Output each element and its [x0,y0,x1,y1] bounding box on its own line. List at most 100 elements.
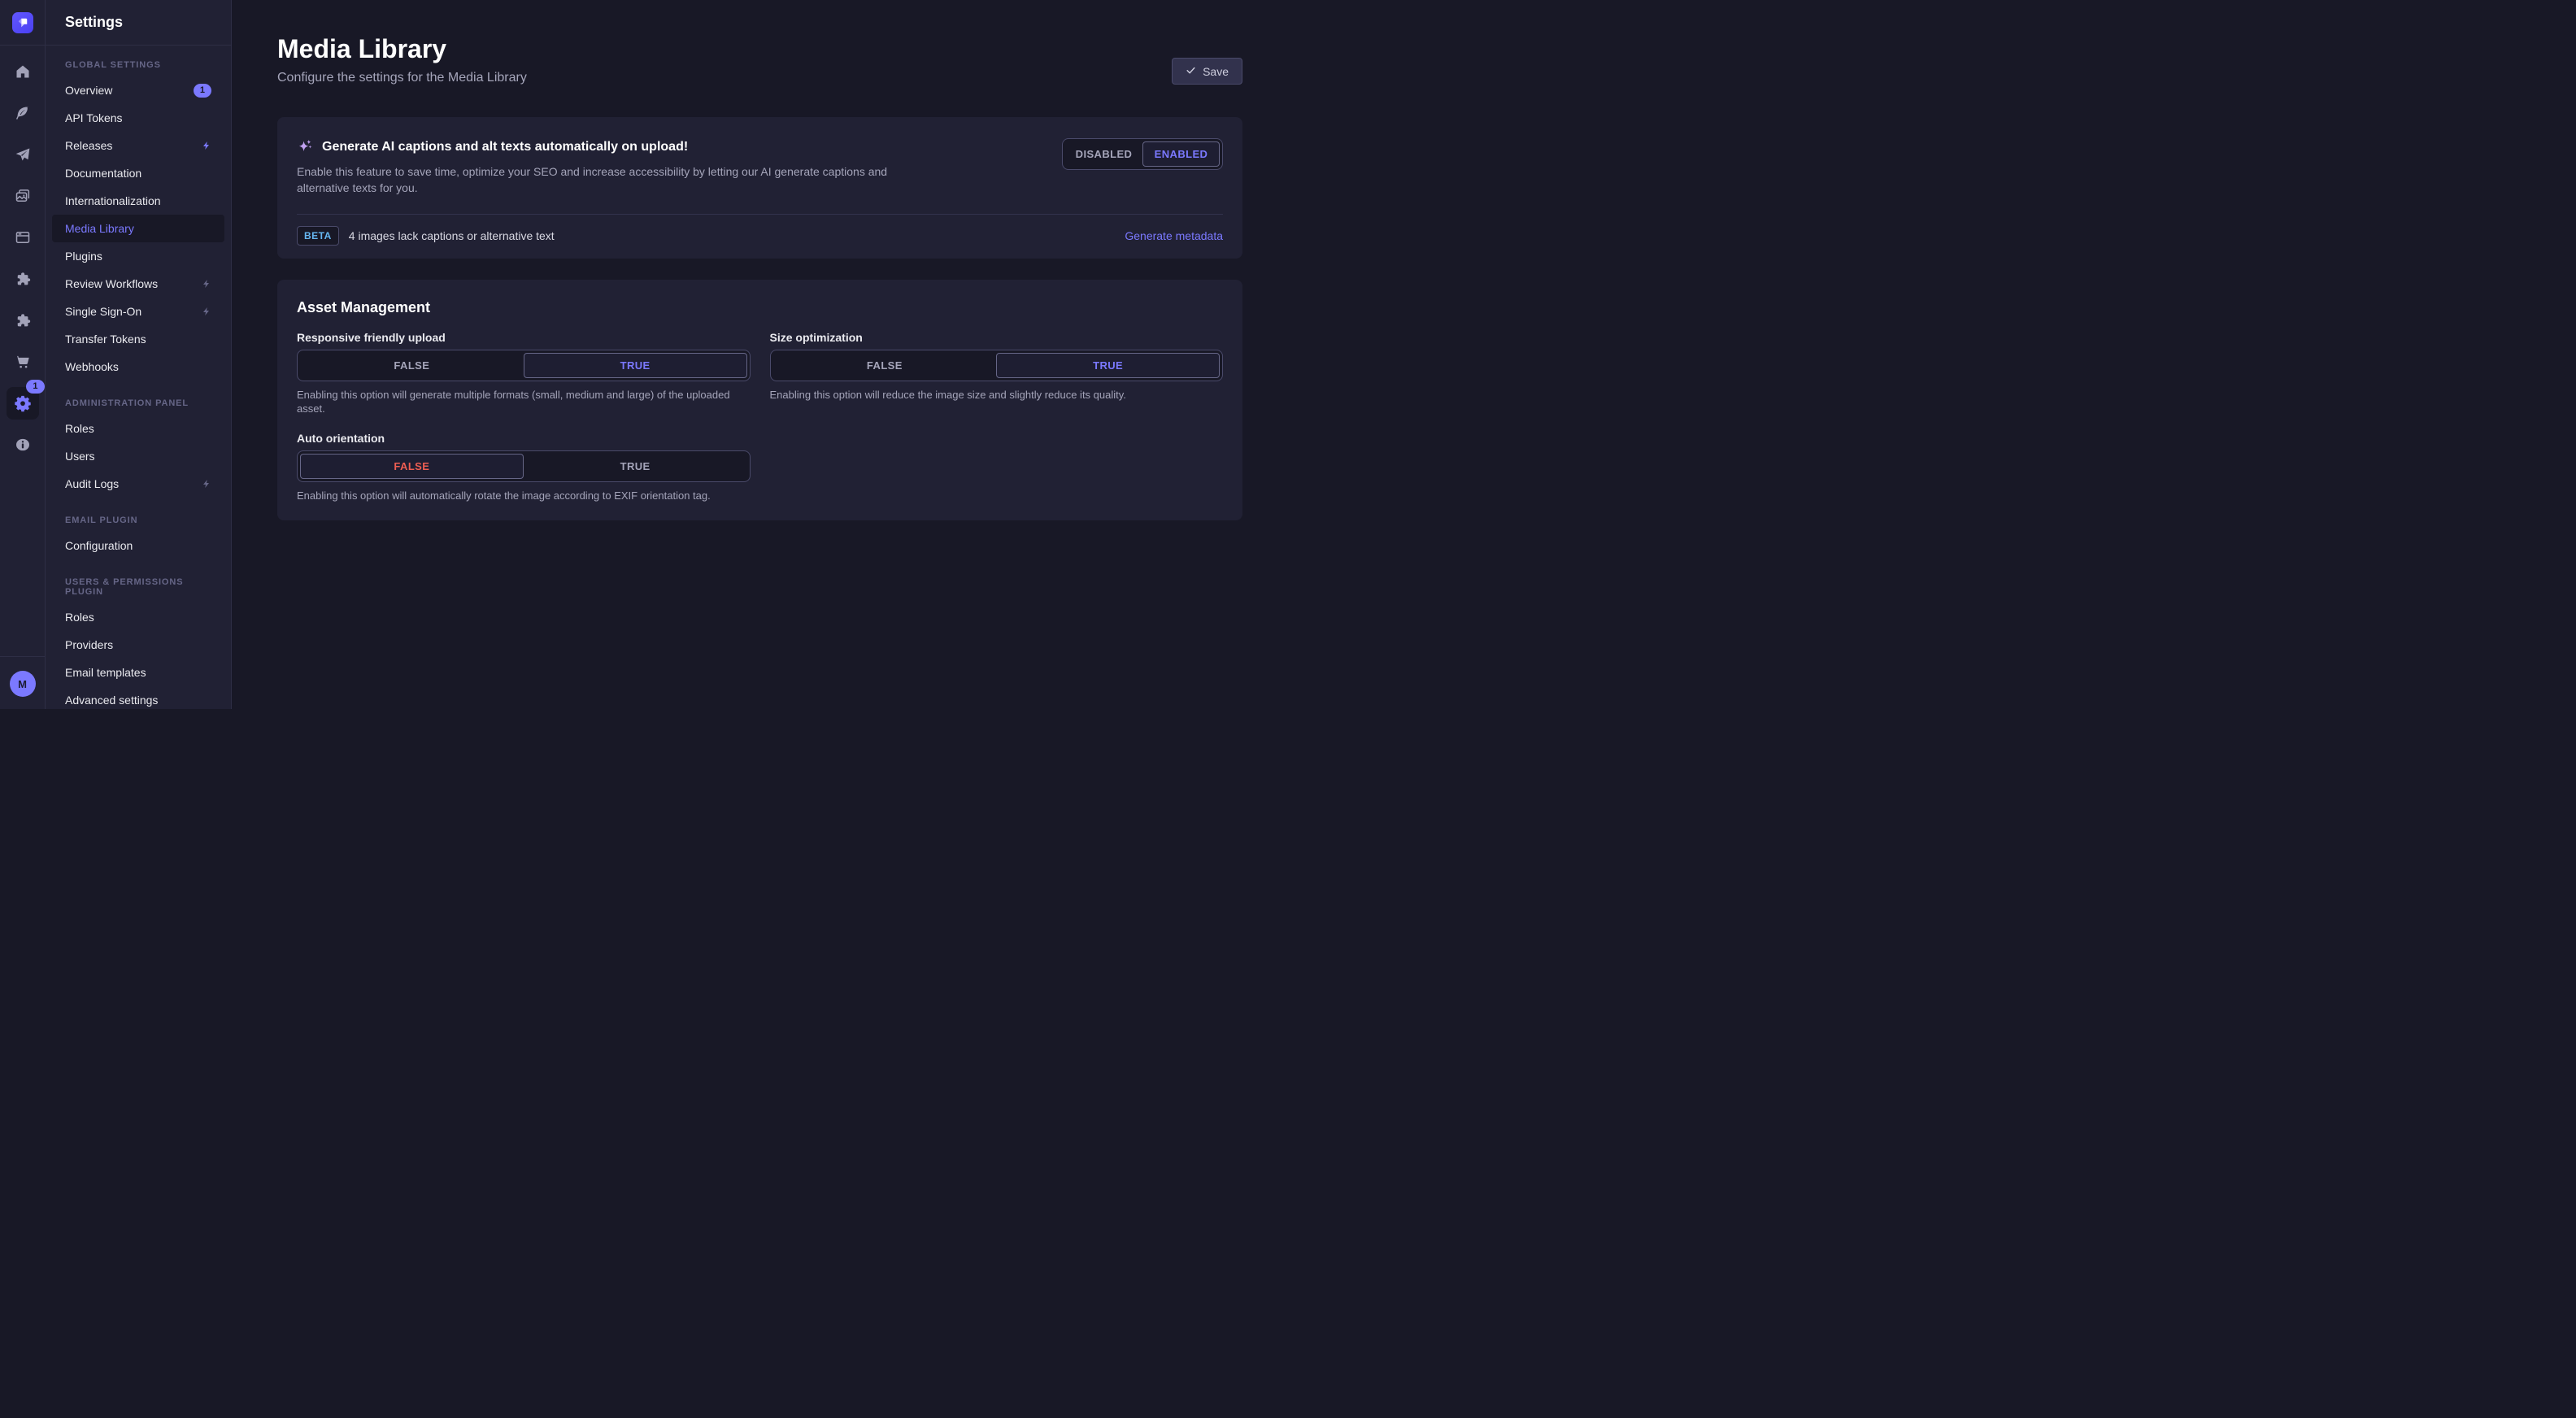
sidebar-item-advanced-settings[interactable]: Advanced settings [52,686,224,709]
rail-item-deploy[interactable] [7,138,39,171]
toggle-option-enabled[interactable]: ENABLED [1142,141,1220,167]
sidebar-item-label: Webhooks [65,360,119,373]
sidebar-item-roles[interactable]: Roles [52,415,224,442]
field-label: Responsive friendly upload [297,331,751,344]
content-manager-icon [15,229,31,246]
rail-item-media-library[interactable] [7,180,39,212]
field-label: Size optimization [770,331,1224,344]
ai-toggle: DISABLEDENABLED [1062,138,1223,170]
app-window: 1 M Settings GLOBAL SETTINGS Overview 1 API… [0,0,1288,709]
sidebar-item-label: Single Sign-On [65,305,141,318]
sidebar-item-label: Overview [65,84,112,97]
sidebar-item-label: API Tokens [65,111,123,124]
check-icon [1186,65,1196,78]
subnav-title: Settings [65,14,123,31]
strapi-logo-wrap[interactable] [0,0,45,46]
sidebar-item-label: Configuration [65,539,133,552]
toggle-option-disabled[interactable]: DISABLED [1065,141,1142,167]
rail-item-plugins-alt[interactable] [7,304,39,337]
toggle-responsive-friendly-upload: FALSETRUE [297,350,751,381]
banner-title: Generate AI captions and alt texts autom… [322,140,688,154]
subnav-section-global-settings: GLOBAL SETTINGS Overview 1 API Tokens Releas… [46,60,231,381]
main-nav-rail: 1 M [0,0,46,709]
section-heading: ADMINISTRATION PANEL [46,398,231,408]
home-icon [15,63,31,80]
notification-badge: 1 [26,380,44,394]
sidebar-item-plugins[interactable]: Plugins [52,242,224,270]
sidebar-item-review-workflows[interactable]: Review Workflows [52,270,224,298]
sidebar-item-label: Providers [65,638,113,651]
page-header: Media Library Configure the settings for… [277,0,1242,88]
subnav-sections: GLOBAL SETTINGS Overview 1 API Tokens Releas… [46,60,231,709]
item-count-badge: 1 [194,84,211,98]
lightning-bolt-icon [202,478,211,489]
asset-management-title: Asset Management [297,299,1223,316]
section-heading: EMAIL PLUGIN [46,515,231,525]
sidebar-item-users[interactable]: Users [52,442,224,470]
banner-description: Enable this feature to save time, optimi… [297,163,903,196]
rail-item-home[interactable] [7,55,39,88]
sidebar-item-label: Internationalization [65,194,161,207]
sidebar-item-audit-logs[interactable]: Audit Logs [52,470,224,498]
field-hint: Enabling this option will automatically … [297,489,751,502]
rail-item-settings[interactable]: 1 [7,387,39,420]
rail-item-content-manager[interactable] [7,221,39,254]
sidebar-item-overview[interactable]: Overview 1 [52,76,224,104]
rail-item-content-type-builder[interactable] [7,97,39,129]
section-heading: GLOBAL SETTINGS [46,60,231,70]
main-content: Media Library Configure the settings for… [232,0,1288,709]
sidebar-item-providers[interactable]: Providers [52,631,224,659]
sidebar-item-label: Advanced settings [65,694,158,707]
fields-grid: Responsive friendly uploadFALSETRUEEnabl… [297,331,1223,502]
save-button[interactable]: Save [1172,58,1242,85]
lightning-bolt-icon [202,140,211,151]
sidebar-item-configuration[interactable]: Configuration [52,532,224,559]
avatar[interactable]: M [10,671,36,697]
toggle-size-optimization: FALSETRUE [770,350,1224,381]
banner-top-row: Generate AI captions and alt texts autom… [297,138,1223,196]
sidebar-item-label: Email templates [65,666,146,679]
sidebar-item-label: Audit Logs [65,477,119,490]
subnav-header: Settings [46,0,231,46]
asset-management-panel: Asset Management Responsive friendly upl… [277,280,1242,520]
sidebar-item-media-library[interactable]: Media Library [52,215,224,242]
toggle-option-true[interactable]: TRUE [524,454,747,479]
banner-title-row: Generate AI captions and alt texts autom… [297,138,903,155]
rail-item-marketplace[interactable] [7,346,39,378]
save-button-label: Save [1203,65,1229,78]
sidebar-item-webhooks[interactable]: Webhooks [52,353,224,381]
media-library-icon [15,188,31,204]
marketplace-icon [15,354,31,370]
toggle-option-false[interactable]: FALSE [773,353,997,378]
field-hint: Enabling this option will generate multi… [297,388,751,415]
generate-metadata-link[interactable]: Generate metadata [1125,229,1223,242]
sparkles-icon [297,138,314,155]
sidebar-item-label: Transfer Tokens [65,333,146,346]
toggle-option-true[interactable]: TRUE [524,353,747,378]
field-responsive-friendly-upload: Responsive friendly upload FALSETRUE Enabl… [297,331,751,415]
rail-item-plugins[interactable] [7,263,39,295]
sidebar-item-transfer-tokens[interactable]: Transfer Tokens [52,325,224,353]
sidebar-item-documentation[interactable]: Documentation [52,159,224,187]
page-header-text: Media Library Configure the settings for… [277,33,527,88]
settings-subnav: Settings GLOBAL SETTINGS Overview 1 API Tok… [46,0,232,709]
sidebar-item-releases[interactable]: Releases [52,132,224,159]
field-size-optimization: Size optimizationFALSETRUEEnabling this … [770,331,1224,415]
toggle-option-false[interactable]: FALSE [300,454,524,479]
sidebar-item-roles[interactable]: Roles [52,603,224,631]
rail-item-help[interactable] [7,428,39,461]
plugins-alt-icon [15,312,31,328]
sidebar-item-single-sign-on[interactable]: Single Sign-On [52,298,224,325]
ai-captions-banner: Generate AI captions and alt texts autom… [277,117,1242,259]
settings-icon [14,394,32,412]
sidebar-item-internationalization[interactable]: Internationalization [52,187,224,215]
lightning-bolt-icon [202,306,211,317]
toggle-option-false[interactable]: FALSE [300,353,524,378]
sidebar-item-label: Roles [65,611,94,624]
sidebar-item-api-tokens[interactable]: API Tokens [52,104,224,132]
sidebar-item-email-templates[interactable]: Email templates [52,659,224,686]
page-subtitle: Configure the settings for the Media Lib… [277,68,527,88]
toggle-option-true[interactable]: TRUE [996,353,1220,378]
subnav-section-users-permissions-plugin: USERS & PERMISSIONS PLUGINRolesProviders… [46,577,231,709]
banner-divider [297,214,1223,215]
